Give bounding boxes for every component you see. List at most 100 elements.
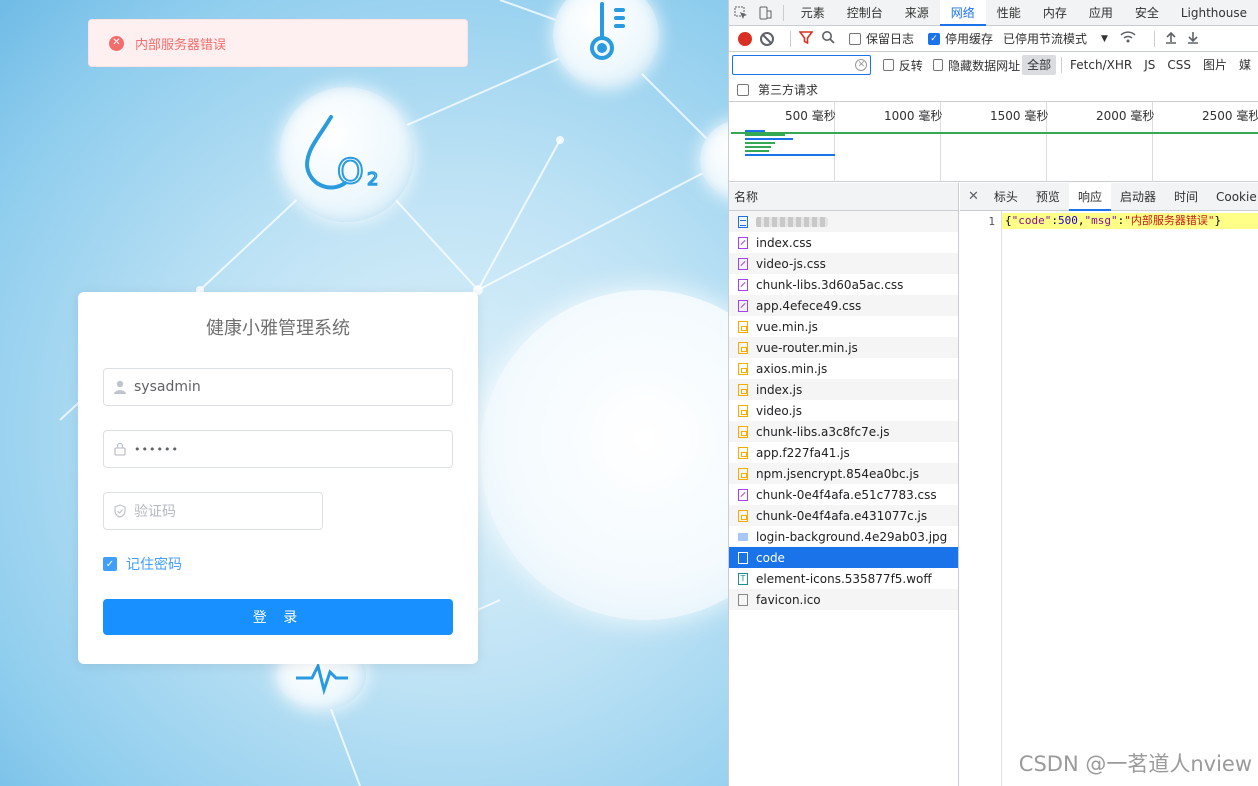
json-colon: : bbox=[1051, 214, 1058, 227]
type-filter-js[interactable]: JS bbox=[1139, 55, 1160, 75]
name-column-header[interactable]: 名称 bbox=[729, 183, 958, 211]
js-file-icon bbox=[738, 509, 748, 522]
tab-timing[interactable]: 时间 bbox=[1165, 183, 1207, 211]
redacted-document-name bbox=[756, 216, 828, 227]
tab-console[interactable]: 控制台 bbox=[836, 0, 894, 26]
request-row[interactable]: video-js.css bbox=[729, 253, 958, 274]
password-input[interactable]: •••••• bbox=[103, 430, 453, 468]
tab-sources[interactable]: 来源 bbox=[894, 0, 940, 26]
clear-icon[interactable] bbox=[760, 31, 774, 46]
request-row[interactable]: axios.min.js bbox=[729, 358, 958, 379]
tab-application[interactable]: 应用 bbox=[1078, 0, 1124, 26]
network-toolbar: 保留日志 ✓ 停用缓存 已停用节流模式 ▼ bbox=[729, 26, 1258, 52]
css-file-icon bbox=[738, 257, 748, 270]
json-brace: { bbox=[1005, 214, 1012, 227]
css-file-icon bbox=[738, 488, 748, 501]
network-overview-timeline[interactable]: 500 毫秒 1000 毫秒 1500 毫秒 2000 毫秒 2500 毫秒 bbox=[729, 102, 1258, 182]
type-filter-css[interactable]: CSS bbox=[1162, 55, 1196, 75]
request-row[interactable]: Telement-icons.535877f5.woff bbox=[729, 568, 958, 589]
tab-cookies[interactable]: Cookie bbox=[1207, 183, 1258, 211]
disable-cache-checkbox[interactable]: ✓ bbox=[928, 32, 941, 45]
tab-network[interactable]: 网络 bbox=[939, 0, 986, 26]
detail-tabbar: ✕ 标头 预览 响应 启动器 时间 Cookie bbox=[960, 182, 1258, 211]
shield-icon bbox=[114, 504, 126, 518]
request-row[interactable]: chunk-libs.a3c8fc7e.js bbox=[729, 421, 958, 442]
doc-file-icon bbox=[738, 215, 748, 228]
request-row[interactable]: index.js bbox=[729, 379, 958, 400]
request-name: code bbox=[756, 550, 785, 565]
tab-security[interactable]: 安全 bbox=[1124, 0, 1170, 26]
tab-headers[interactable]: 标头 bbox=[985, 183, 1027, 211]
type-filter-all[interactable]: 全部 bbox=[1022, 55, 1057, 75]
tab-memory[interactable]: 内存 bbox=[1032, 0, 1078, 26]
plain-file-icon bbox=[738, 551, 748, 564]
toolbar-divider bbox=[782, 4, 784, 21]
request-row[interactable]: chunk-0e4f4afa.e51c7783.css bbox=[729, 484, 958, 505]
remember-password-checkbox[interactable]: ✓ 记住密码 bbox=[103, 554, 182, 574]
request-name: favicon.ico bbox=[756, 592, 821, 607]
chevron-down-icon: ▼ bbox=[1101, 33, 1108, 44]
type-filter-media[interactable]: 媒 bbox=[1234, 55, 1256, 75]
username-input[interactable]: sysadmin bbox=[103, 368, 453, 406]
close-icon[interactable]: ✕ bbox=[968, 189, 979, 204]
throttling-value: 已停用节流模式 bbox=[1003, 32, 1088, 46]
tab-performance[interactable]: 性能 bbox=[986, 0, 1032, 26]
request-row[interactable]: vue.min.js bbox=[729, 316, 958, 337]
request-row[interactable]: favicon.ico bbox=[729, 589, 958, 610]
login-page: O 2 ✕ 内部服务器错误 健康小雅管理系统 sysadmin •••••• 验… bbox=[0, 0, 728, 786]
tab-response[interactable]: 响应 bbox=[1068, 182, 1111, 211]
network-conditions-icon[interactable] bbox=[1120, 30, 1136, 47]
throttling-select[interactable]: 已停用节流模式 ▼ bbox=[1003, 30, 1108, 47]
request-row[interactable]: login-background.4e29ab03.jpg bbox=[729, 526, 958, 547]
tab-elements[interactable]: 元素 bbox=[790, 0, 836, 26]
request-row[interactable]: vue-router.min.js bbox=[729, 337, 958, 358]
device-toolbar-icon[interactable] bbox=[753, 0, 777, 26]
type-filter-fetch-xhr[interactable]: Fetch/XHR bbox=[1065, 55, 1137, 75]
error-message-text: 内部服务器错误 bbox=[135, 37, 227, 53]
type-filter-img[interactable]: 图片 bbox=[1198, 55, 1232, 75]
record-icon[interactable] bbox=[738, 31, 752, 46]
captcha-input[interactable]: 验证码 bbox=[103, 492, 323, 530]
filter-icon[interactable] bbox=[798, 30, 814, 47]
search-icon[interactable] bbox=[821, 30, 835, 47]
timeline-bars bbox=[745, 130, 835, 156]
hide-data-urls-checkbox[interactable] bbox=[932, 59, 944, 71]
request-row[interactable] bbox=[729, 211, 958, 232]
devtools-tabbar: 元素 控制台 来源 网络 性能 内存 应用 安全 Lighthouse bbox=[729, 0, 1258, 26]
login-title: 健康小雅管理系统 bbox=[206, 318, 350, 339]
export-har-icon[interactable] bbox=[1187, 31, 1199, 47]
request-name: chunk-libs.a3c8fc7e.js bbox=[756, 424, 890, 439]
json-value-msg: "内部服务器错误" bbox=[1124, 214, 1215, 227]
preserve-log-checkbox[interactable] bbox=[849, 32, 861, 45]
tab-lighthouse[interactable]: Lighthouse bbox=[1170, 0, 1258, 26]
error-message: ✕ 内部服务器错误 bbox=[88, 19, 468, 67]
import-har-icon[interactable] bbox=[1165, 31, 1177, 47]
clear-filter-icon[interactable]: ✕ bbox=[855, 59, 868, 71]
json-brace: } bbox=[1214, 214, 1222, 227]
request-detail: ✕ 标头 预览 响应 启动器 时间 Cookie 1 {"code":500,"… bbox=[960, 182, 1258, 786]
thermometer-icon bbox=[590, 2, 625, 60]
js-file-icon bbox=[738, 467, 748, 480]
request-row[interactable]: video.js bbox=[729, 400, 958, 421]
request-row[interactable]: chunk-0e4f4afa.e431077c.js bbox=[729, 505, 958, 526]
filter-input[interactable]: ✕ bbox=[732, 55, 872, 75]
request-row[interactable]: app.f227fa41.js bbox=[729, 442, 958, 463]
request-row[interactable]: chunk-libs.3d60a5ac.css bbox=[729, 274, 958, 295]
line-number: 1 bbox=[988, 215, 995, 228]
invert-checkbox[interactable] bbox=[883, 59, 894, 71]
tab-preview[interactable]: 预览 bbox=[1027, 183, 1069, 211]
response-body[interactable]: {"code":500,"msg":"内部服务器错误"} bbox=[1002, 213, 1258, 229]
request-row[interactable]: code bbox=[729, 547, 958, 568]
js-file-icon bbox=[738, 404, 748, 417]
third-party-checkbox[interactable] bbox=[737, 83, 749, 96]
request-name: chunk-libs.3d60a5ac.css bbox=[756, 277, 904, 292]
request-row[interactable]: index.css bbox=[729, 232, 958, 253]
third-party-bar: 第三方请求 bbox=[729, 78, 1258, 102]
request-row[interactable]: app.4efece49.css bbox=[729, 295, 958, 316]
tab-initiator[interactable]: 启动器 bbox=[1111, 183, 1165, 211]
css-file-icon bbox=[738, 278, 748, 291]
inspect-element-icon[interactable] bbox=[729, 0, 753, 26]
login-button[interactable]: 登 录 bbox=[103, 599, 453, 635]
json-comma: , bbox=[1077, 214, 1085, 227]
request-row[interactable]: npm.jsencrypt.854ea0bc.js bbox=[729, 463, 958, 484]
